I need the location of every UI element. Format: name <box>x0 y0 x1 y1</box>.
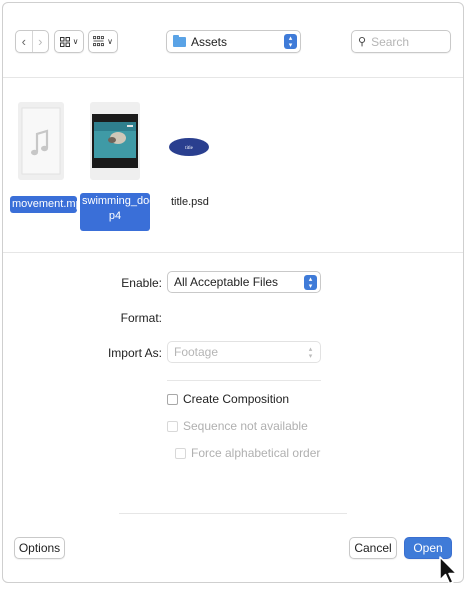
group-view-button[interactable]: ∨ <box>88 30 118 53</box>
file-label-title[interactable]: title.psd <box>171 196 209 208</box>
format-label: Format: <box>120 311 162 325</box>
sequence-row: Sequence not available <box>167 419 308 433</box>
mouse-cursor-icon <box>439 556 458 585</box>
location-label: Assets <box>191 34 228 49</box>
import-as-label: Import As: <box>107 346 162 360</box>
divider <box>167 380 321 381</box>
import-dialog: ‹ › ∨ ∨ Assets ▴ ▾ ⚲ Search movement.mp3… <box>2 2 464 583</box>
search-field[interactable]: ⚲ Search <box>351 30 451 53</box>
nav-buttons: ‹ › <box>15 30 49 53</box>
create-composition-row[interactable]: Create Composition <box>167 392 289 406</box>
updown-chevron-icon: ▴ ▾ <box>308 345 313 360</box>
create-composition-checkbox[interactable] <box>167 393 178 405</box>
import-as-value: Footage <box>174 345 219 359</box>
forward-chevron-icon[interactable]: › <box>31 31 49 52</box>
enable-value: All Acceptable Files <box>174 275 279 289</box>
chevron-down-icon: ∨ <box>72 37 79 46</box>
divider <box>3 252 463 253</box>
logo-text: title <box>185 146 194 151</box>
title-logo-icon: title <box>169 138 209 156</box>
video-frame-icon <box>92 114 138 168</box>
image-file-thumbnail[interactable]: title <box>166 133 212 161</box>
force-alpha-row: Force alphabetical order <box>175 446 320 460</box>
sequence-checkbox <box>167 420 178 432</box>
search-placeholder: Search <box>371 34 410 49</box>
options-button[interactable]: Options <box>14 537 65 559</box>
force-alpha-checkbox <box>175 447 186 459</box>
back-chevron-icon[interactable]: ‹ <box>16 31 32 52</box>
create-composition-label: Create Composition <box>183 392 290 406</box>
chevron-down-icon: ∨ <box>107 37 113 46</box>
enable-label: Enable: <box>121 276 162 290</box>
sequence-label: Sequence not available <box>183 419 308 433</box>
audio-file-thumbnail[interactable] <box>18 102 64 180</box>
updown-chevron-icon: ▴ ▾ <box>284 34 297 49</box>
file-label-line: swimming_dog.m <box>82 195 168 207</box>
updown-chevron-icon: ▴ ▾ <box>304 275 317 290</box>
divider <box>119 513 347 514</box>
import-as-popup[interactable]: Footage ▴ ▾ <box>167 341 321 363</box>
file-label-line: p4 <box>108 210 122 222</box>
location-popup[interactable]: Assets ▴ ▾ <box>166 30 301 53</box>
divider <box>3 77 463 78</box>
folder-icon <box>173 34 186 47</box>
grid-icon <box>59 36 70 47</box>
enable-popup[interactable]: All Acceptable Files ▴ ▾ <box>167 271 321 293</box>
music-note-icon <box>21 107 61 175</box>
toolbar: ‹ › ∨ ∨ Assets ▴ ▾ ⚲ Search <box>3 3 463 79</box>
cancel-button[interactable]: Cancel <box>349 537 397 559</box>
video-file-thumbnail[interactable] <box>90 102 140 180</box>
search-icon: ⚲ <box>358 36 367 48</box>
icon-view-button[interactable]: ∨ <box>54 30 84 53</box>
file-label-movement[interactable]: movement.mp3 <box>10 196 88 213</box>
file-label-swimming-dog[interactable]: swimming_dog.m p4 <box>80 193 168 231</box>
list-grid-icon <box>93 36 104 47</box>
force-alpha-label: Force alphabetical order <box>191 446 321 460</box>
